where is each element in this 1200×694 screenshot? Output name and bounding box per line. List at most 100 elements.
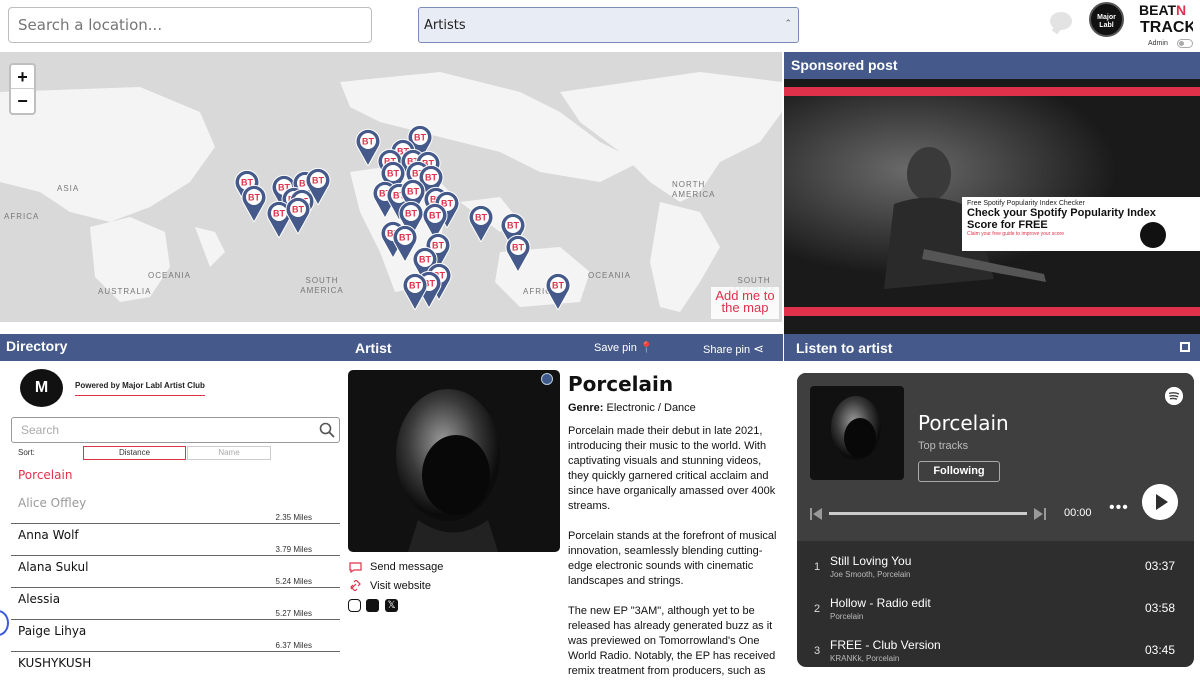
album-cover [810, 386, 904, 480]
major-labl-club-logo: M [20, 369, 63, 407]
track-row[interactable]: 3 FREE - Club Version KRANKk, Porcelain 03:… [797, 633, 1194, 667]
external-window-icon[interactable] [1180, 342, 1190, 352]
x-twitter-icon[interactable]: 𝕏 [385, 599, 398, 612]
track-artists: Porcelain [830, 612, 864, 621]
category-select[interactable]: Artists ⌃ [418, 7, 799, 43]
powered-by-text: Powered by Major Labl Artist Club [75, 381, 205, 396]
directory-list-item[interactable]: Alana Sukul 5.24 Miles [11, 557, 340, 588]
map-pin-icon[interactable]: BT [402, 272, 428, 310]
svg-text:BT: BT [292, 205, 304, 215]
svg-text:BT: BT [512, 243, 524, 253]
svg-text:BT: BT [409, 281, 421, 291]
save-pin-button[interactable]: Save pin 📍 [594, 341, 654, 354]
verified-badge-icon [541, 373, 553, 385]
category-select-value: Artists [424, 18, 466, 33]
top-bar: Artists ⌃ Major Labl BEAT N TRACK Admin [0, 0, 1200, 52]
directory-item-distance: 5.24 Miles [275, 577, 312, 586]
svg-text:BT: BT [552, 281, 564, 291]
map-label-south-america: SOUTH AMERICA [300, 276, 344, 295]
directory-item-distance: 2.35 Miles [275, 513, 312, 522]
bio-paragraph: Porcelain made their debut in late 2021,… [568, 425, 776, 512]
svg-text:BT: BT [273, 209, 285, 219]
map-pin-icon[interactable]: BT [241, 184, 267, 222]
admin-toggle[interactable] [1177, 39, 1193, 48]
message-icon [349, 562, 362, 573]
world-map[interactable]: + − ASIA AFRICA NORTH AMERICA OCEANIA AU… [0, 52, 782, 322]
directory-search-placeholder: Search [21, 423, 60, 437]
directory-list-item[interactable]: Alice Offley 2.35 Miles [11, 493, 340, 524]
send-message-link[interactable]: Send message [370, 561, 443, 573]
track-duration: 03:37 [1144, 559, 1175, 573]
track-artists: Joe Smooth, Porcelain [830, 570, 911, 579]
sort-distance-button[interactable]: Distance [83, 446, 186, 460]
player-header: Porcelain Top tracks Following 00:00 ••• [797, 373, 1194, 541]
previous-track-icon[interactable] [810, 508, 822, 520]
svg-text:BT: BT [507, 221, 519, 231]
directory-list-item[interactable]: Porcelain [11, 465, 340, 493]
map-pin-icon[interactable]: BT [545, 272, 571, 310]
following-button[interactable]: Following [918, 461, 1000, 482]
sponsored-banner[interactable]: Free Spotify Popularity Index Checker Ch… [784, 79, 1200, 334]
svg-text:BEAT: BEAT [1139, 2, 1177, 18]
directory-item-distance: 6.37 Miles [275, 641, 312, 650]
svg-text:BT: BT [429, 211, 441, 221]
track-number: 3 [814, 645, 821, 657]
directory-item-distance: 5.27 Miles [275, 609, 312, 618]
sponsored-post-header: Sponsored post [784, 52, 1200, 79]
map-label-africa: AFRICA [4, 212, 40, 221]
sponsored-card: Free Spotify Popularity Index Checker Ch… [962, 197, 1200, 251]
play-button[interactable] [1142, 484, 1178, 520]
visit-website-link[interactable]: Visit website [370, 580, 431, 592]
location-search-input[interactable] [8, 7, 372, 43]
directory-list-item[interactable]: Paige Lihya 6.37 Miles [11, 621, 340, 652]
player-artist-name: Porcelain [918, 411, 1009, 435]
instagram-icon[interactable] [348, 599, 361, 612]
map-pin-icon[interactable]: BT [468, 204, 494, 242]
share-pin-button[interactable]: Share pin ⋖ [703, 341, 764, 357]
save-pin-label: Save pin [594, 342, 637, 354]
sponsored-small-text: Free Spotify Popularity Index Checker [967, 200, 1085, 207]
artist-header: Artist Save pin 📍 Share pin ⋖ [345, 334, 783, 361]
genre-label: Genre: [568, 402, 604, 414]
track-row[interactable]: 1 Still Loving You Joe Smooth, Porcelain 03… [797, 549, 1194, 591]
svg-text:BT: BT [312, 176, 324, 186]
progress-bar[interactable] [829, 512, 1027, 515]
zoom-out-button[interactable]: − [11, 89, 34, 113]
directory-list-item[interactable]: Anna Wolf 3.79 Miles [11, 525, 340, 556]
add-me-to-map-button[interactable]: Add me to the map [711, 287, 779, 319]
directory-item-name: KUSHYKUSH [18, 656, 92, 670]
directory-list-item[interactable]: KUSHYKUSH [11, 653, 340, 674]
more-options-icon[interactable]: ••• [1109, 499, 1129, 517]
zoom-in-button[interactable]: + [11, 65, 34, 89]
svg-text:BT: BT [362, 137, 374, 147]
spotify-icon[interactable] [1165, 387, 1183, 405]
beat-n-track-logo[interactable]: BEAT N TRACK [1137, 2, 1193, 34]
track-duration: 03:45 [1144, 643, 1175, 657]
major-labl-logo[interactable]: Major Labl [1089, 2, 1124, 37]
zoom-control: + − [9, 63, 36, 115]
player-subtitle: Top tracks [918, 440, 969, 452]
next-track-icon[interactable] [1034, 508, 1046, 520]
share-icon: ⋖ [753, 341, 765, 356]
directory-list-item[interactable]: Alessia 5.27 Miles [11, 589, 340, 620]
svg-text:BT: BT [248, 193, 260, 203]
directory-item-name: Alana Sukul [18, 560, 89, 574]
accessibility-button[interactable] [0, 610, 9, 636]
facebook-icon[interactable] [366, 599, 379, 612]
map-pin-icon[interactable]: BT [505, 234, 531, 272]
map-pin-icon[interactable]: BT [285, 196, 311, 234]
track-title: Hollow - Radio edit [830, 596, 931, 610]
artist-section-title: Artist [355, 340, 392, 356]
track-row[interactable]: 2 Hollow - Radio edit Porcelain 03:58 [797, 591, 1194, 633]
major-labl-mini-logo [1140, 222, 1166, 248]
map-label-oceania-2: OCEANIA [588, 271, 632, 280]
map-label-north-america: NORTH AMERICA [672, 180, 716, 199]
directory-search-input[interactable]: Search [11, 417, 340, 443]
sort-name-button[interactable]: Name [187, 446, 271, 460]
search-icon[interactable] [319, 422, 335, 438]
track-number: 2 [814, 603, 821, 615]
directory-item-name: Paige Lihya [18, 624, 87, 638]
chevron-down-icon: ⌃ [784, 19, 792, 29]
map-label-australia: AUSTRALIA [98, 287, 152, 296]
chat-icon[interactable] [1050, 12, 1072, 30]
